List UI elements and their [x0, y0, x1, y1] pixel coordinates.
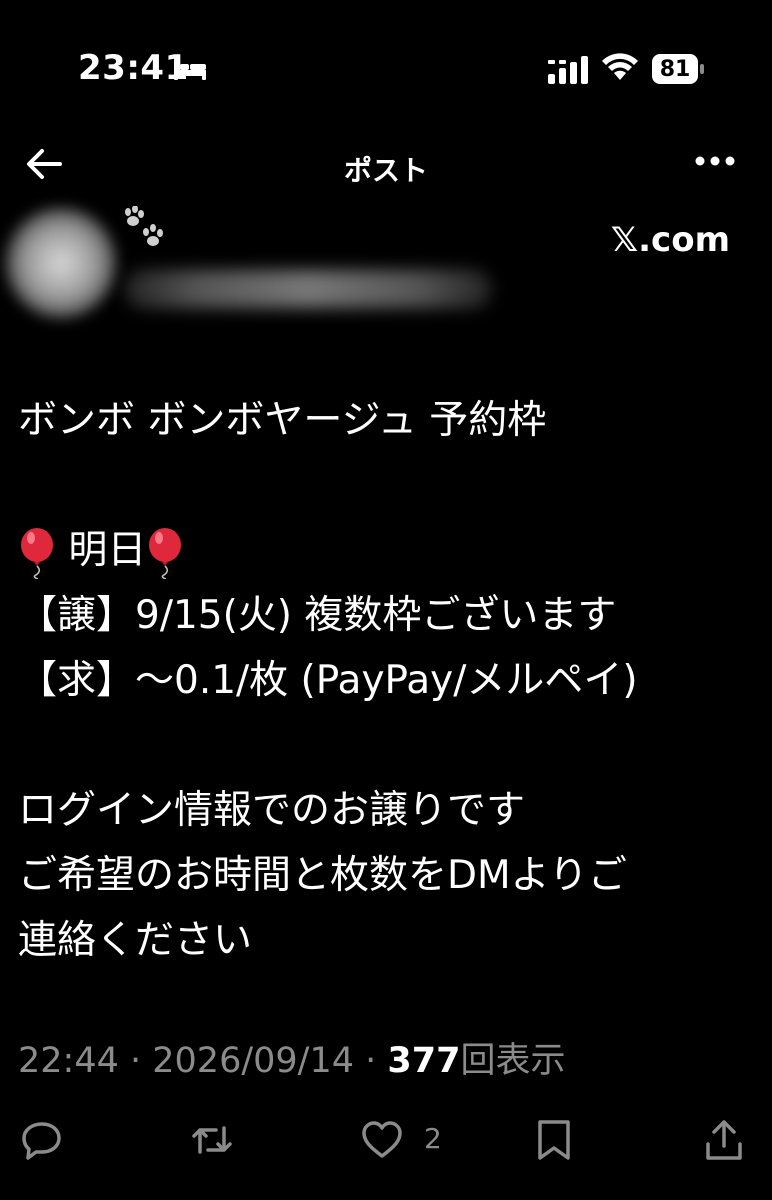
- post-meta: 22:44 · 2026/09/14 · 377回表示: [18, 1041, 566, 1081]
- post-line: 連絡ください: [18, 918, 253, 963]
- more-icon[interactable]: [694, 155, 736, 167]
- avatar[interactable]: [6, 208, 116, 318]
- balloon-icon: [149, 527, 182, 579]
- battery-icon: 81: [652, 54, 704, 84]
- status-bar: 23:41 81: [0, 0, 772, 140]
- post-line: 明日: [56, 528, 147, 573]
- views-label: 回表示: [460, 1041, 566, 1081]
- post-line: ボンボ ボンボヤージュ 予約枠: [18, 398, 547, 443]
- bookmark-icon[interactable]: [532, 1118, 576, 1162]
- reply-icon[interactable]: [20, 1118, 64, 1162]
- battery-level: 81: [652, 54, 698, 84]
- share-icon[interactable]: [702, 1118, 746, 1162]
- post-line: ご希望のお時間と枚数をDMよりご: [18, 853, 627, 898]
- balloon-icon: [21, 527, 53, 579]
- post-date: 2026/09/14: [152, 1041, 354, 1081]
- post-time: 22:44: [18, 1041, 119, 1081]
- page-title: ポスト: [343, 154, 428, 187]
- post-text: ボンボ ボンボヤージュ 予約枠 明日 【譲】9/15(火) 複数枠ございます 【…: [18, 388, 758, 973]
- post-line: 【譲】9/15(火) 複数枠ございます: [18, 593, 617, 638]
- nav-bar: ポスト: [0, 135, 772, 195]
- post-author: 𝕏.com: [0, 190, 772, 320]
- wifi-icon: [602, 53, 638, 80]
- like-icon[interactable]: [360, 1118, 404, 1162]
- author-handle-blurred[interactable]: [124, 270, 492, 308]
- paw-icon: [125, 206, 163, 246]
- repost-icon[interactable]: [190, 1118, 234, 1162]
- battery-cap: [700, 64, 704, 74]
- like-count: 2: [424, 1122, 442, 1155]
- post-line: ログイン情報でのお譲りです: [18, 788, 526, 833]
- bed-icon: [174, 58, 206, 80]
- post-line-tomorrow: 明日: [18, 518, 758, 583]
- views-count: 377: [387, 1041, 461, 1081]
- x-brand-watermark: 𝕏.com: [610, 220, 730, 260]
- post-line: 【求】〜0.1/枚 (PayPay/メルペイ): [18, 658, 638, 703]
- signal-icon: [548, 56, 588, 84]
- action-bar: 2: [0, 1110, 772, 1170]
